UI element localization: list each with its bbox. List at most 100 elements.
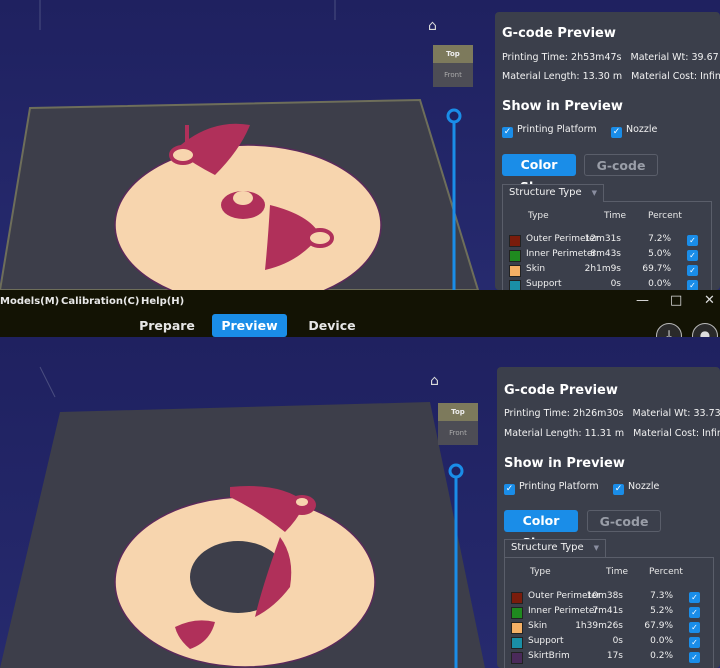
structure-name: Skin [526, 264, 546, 274]
nozzle-checkbox[interactable]: ✓ Nozzle [611, 124, 657, 138]
menu-models[interactable]: Models(M) [0, 296, 59, 307]
printing-platform-checkbox[interactable]: ✓ Printing Platform [502, 124, 597, 138]
preview-viewport-bottom[interactable]: ⌂ Top Front G-code Preview Printing Time… [0, 337, 720, 668]
chevron-down-icon: ▼ [593, 544, 600, 552]
structure-time: 1h39m26s [575, 621, 623, 631]
structure-name: Skin [528, 621, 548, 631]
view-cube-front[interactable]: Front [438, 421, 478, 445]
view-cube-top[interactable]: Top [433, 45, 473, 63]
preview-viewport-top[interactable]: ⌂ Top Front G-code Preview Printing Time… [0, 0, 720, 290]
structure-name: SkirtBrim [528, 651, 570, 661]
material-cost: Material Cost: Infinity [633, 428, 720, 439]
structure-time: 12m31s [584, 234, 621, 244]
structure-row: Inner Perimeter 8m43s 5.0% ✓ [509, 249, 709, 262]
structure-percent: 7.2% [648, 234, 671, 244]
structure-visible-checkbox[interactable]: ✓ [687, 250, 698, 261]
home-icon[interactable]: ⌂ [428, 18, 437, 34]
tab-preview[interactable]: Preview [212, 314, 287, 337]
structure-row: Outer Perimeter 12m31s 7.2% ✓ [509, 234, 709, 247]
structure-visible-checkbox[interactable]: ✓ [689, 592, 700, 603]
printing-time: Printing Time: 2h53m47s [502, 52, 622, 63]
structure-time: 0s [612, 636, 623, 646]
structure-name: Support [528, 636, 564, 646]
structure-time: 8m43s [590, 249, 621, 259]
home-icon[interactable]: ⌂ [430, 373, 439, 389]
structure-visible-checkbox[interactable]: ✓ [687, 235, 698, 246]
header-percent: Percent [649, 567, 683, 577]
color-swatch[interactable] [511, 622, 523, 634]
color-swatch[interactable] [511, 637, 523, 649]
gcode-preview-panel-top: G-code Preview Printing Time: 2h53m47s M… [495, 12, 720, 290]
structure-percent: 67.9% [644, 621, 673, 631]
structure-visible-checkbox[interactable]: ✓ [689, 607, 700, 618]
color-swatch[interactable] [511, 607, 523, 619]
structure-type-dropdown[interactable]: Structure Type ▼ [502, 184, 605, 202]
show-in-preview-title: Show in Preview [502, 99, 623, 114]
structure-visible-checkbox[interactable]: ✓ [689, 637, 700, 648]
structure-time: 0s [610, 279, 621, 289]
check-icon: ✓ [504, 484, 515, 495]
gcode-button[interactable]: G-code [584, 154, 658, 176]
material-weight: Material Wt: 39.67 g [630, 52, 720, 63]
tab-device[interactable]: Device [300, 314, 364, 337]
view-cube-front[interactable]: Front [433, 63, 473, 87]
structure-row: Outer Perimeter 10m38s 7.3% ✓ [511, 591, 711, 604]
printing-platform-label: Printing Platform [519, 481, 599, 492]
structure-row: Support 0s 0.0% ✓ [509, 279, 709, 290]
menu-calibration[interactable]: Calibration(C) [61, 296, 139, 307]
header-time: Time [604, 211, 627, 221]
structure-time: 17s [606, 651, 623, 661]
view-cube-top[interactable]: Top [438, 403, 478, 421]
color-swatch[interactable] [509, 265, 521, 277]
structure-percent: 7.3% [650, 591, 673, 601]
structure-visible-checkbox[interactable]: ✓ [689, 622, 700, 633]
layer-slider-bottom[interactable] [448, 463, 464, 668]
structure-type-dropdown[interactable]: Structure Type ▼ [504, 539, 607, 557]
color-swatch[interactable] [509, 235, 521, 247]
structure-row: Support 0s 0.0% ✓ [511, 636, 711, 649]
show-in-preview-title: Show in Preview [504, 456, 625, 471]
structure-row: SkirtBrim 17s 0.2% ✓ [511, 651, 711, 664]
material-length: Material Length: 13.30 m [502, 71, 623, 82]
view-cube[interactable]: Top Front [433, 45, 473, 87]
stats-line-1: Printing Time: 2h26m30s Material Wt: 33.… [504, 408, 720, 419]
structure-name: Support [526, 279, 562, 289]
color-swatch[interactable] [511, 652, 523, 664]
printing-platform-label: Printing Platform [517, 124, 597, 135]
tab-prepare[interactable]: Prepare [134, 314, 200, 337]
color-swatch[interactable] [511, 592, 523, 604]
color-swatch[interactable] [509, 250, 521, 262]
header-percent: Percent [648, 211, 682, 221]
structure-type-label: Structure Type [509, 187, 582, 198]
structure-row: Inner Perimeter 7m41s 5.2% ✓ [511, 606, 711, 619]
nozzle-checkbox[interactable]: ✓ Nozzle [613, 481, 659, 495]
panel-title: G-code Preview [502, 26, 616, 41]
structure-visible-checkbox[interactable]: ✓ [687, 265, 698, 276]
color-swatch[interactable] [509, 280, 521, 290]
layer-slider-top[interactable] [446, 108, 462, 290]
minimize-icon[interactable]: — [636, 293, 649, 308]
gcode-button[interactable]: G-code [587, 510, 661, 532]
color-show-button[interactable]: Color Show [502, 154, 576, 194]
material-cost: Material Cost: Infinity [631, 71, 720, 82]
structure-time: 2h1m9s [584, 264, 621, 274]
stats-line-2: Material Length: 13.30 m Material Cost: … [502, 71, 720, 82]
header-type: Type [528, 211, 549, 221]
menu-help[interactable]: Help(H) [141, 296, 184, 307]
header-type: Type [530, 567, 551, 577]
material-weight: Material Wt: 33.73 g [632, 408, 720, 419]
panel-title: G-code Preview [504, 383, 618, 398]
maximize-icon[interactable]: □ [670, 293, 682, 308]
structure-time: 10m38s [586, 591, 623, 601]
close-icon[interactable]: ✕ [704, 293, 715, 308]
check-icon: ✓ [502, 127, 513, 138]
color-show-button[interactable]: Color Show [504, 510, 578, 550]
check-icon: ✓ [611, 127, 622, 138]
printing-platform-checkbox[interactable]: ✓ Printing Platform [504, 481, 599, 495]
nozzle-label: Nozzle [628, 481, 660, 492]
structure-visible-checkbox[interactable]: ✓ [689, 652, 700, 663]
structure-percent: 0.2% [650, 651, 673, 661]
structure-visible-checkbox[interactable]: ✓ [687, 280, 698, 290]
structure-percent: 5.0% [648, 249, 671, 259]
view-cube[interactable]: Top Front [438, 403, 478, 445]
